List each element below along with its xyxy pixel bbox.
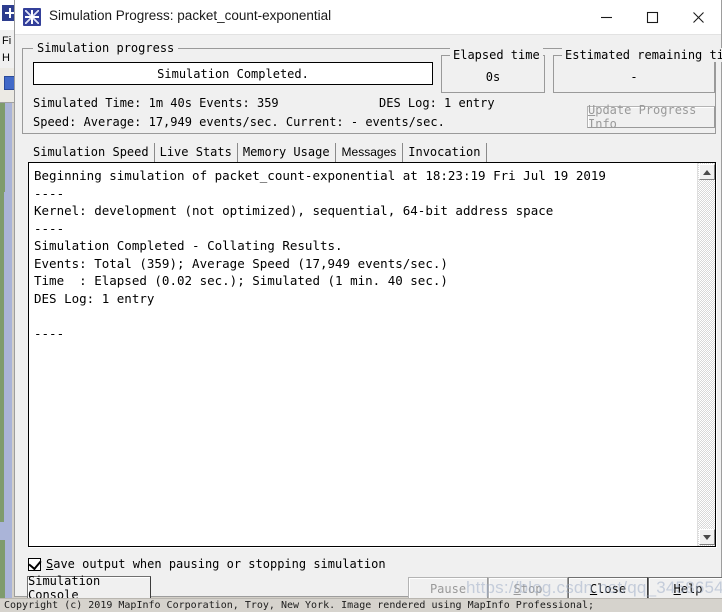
close-button[interactable]: Close: [568, 577, 648, 600]
tab-live-stats[interactable]: Live Stats: [155, 143, 238, 162]
window-controls: [583, 0, 721, 34]
background-map-land-left-3: [0, 540, 5, 598]
save-output-label-text: ave output when pausing or stopping simu…: [53, 557, 386, 571]
minimize-icon[interactable]: [583, 0, 629, 34]
scroll-down-arrow[interactable]: [699, 529, 715, 545]
save-output-row[interactable]: Save output when pausing or stopping sim…: [28, 556, 386, 571]
messages-log-panel: Beginning simulation of packet_count-exp…: [28, 162, 716, 547]
elapsed-time-label: Elapsed time: [450, 48, 543, 62]
background-map-land-left-2: [0, 192, 4, 522]
tab-simulation-speed[interactable]: Simulation Speed: [28, 143, 155, 162]
background-map-land-left: [0, 102, 5, 192]
update-progress-info-button[interactable]: Update Progress Info: [587, 103, 715, 131]
tabstrip: Simulation Speed Live Stats Memory Usage…: [28, 142, 716, 162]
des-log-info: DES Log: 1 entry: [379, 96, 495, 110]
save-output-checkbox[interactable]: [28, 556, 42, 571]
help-accel: H: [673, 581, 681, 596]
simulation-progress-group: Simulation progress Simulation Completed…: [22, 41, 722, 134]
pause-button[interactable]: Pause: [408, 577, 488, 600]
estimated-remaining-time-label: Estimated remaining time: [562, 48, 722, 62]
sim-star-icon: [23, 8, 41, 26]
elapsed-time-value: 0s: [485, 70, 501, 84]
stop-button[interactable]: Stop: [488, 577, 568, 600]
group-legend: Simulation progress: [33, 41, 179, 55]
progress-bar-label: Simulation Completed.: [157, 66, 309, 81]
speed-info: Speed: Average: 17,949 events/sec. Curre…: [33, 115, 445, 129]
scroll-up-arrow[interactable]: [699, 164, 715, 180]
close-icon[interactable]: [675, 0, 721, 34]
estimated-remaining-time-value: -: [630, 70, 638, 84]
tab-messages[interactable]: Messages: [336, 143, 404, 162]
update-progress-label: pdate Progress Info: [588, 103, 697, 131]
maximize-icon[interactable]: [629, 0, 675, 34]
help-label: elp: [680, 581, 703, 596]
stop-label: top: [520, 581, 543, 596]
window-title: Simulation Progress: packet_count-expone…: [49, 8, 332, 23]
tab-memory-usage[interactable]: Memory Usage: [238, 143, 336, 162]
titlebar: Simulation Progress: packet_count-expone…: [15, 0, 721, 35]
estimated-remaining-time-group: Estimated remaining time -: [553, 48, 722, 93]
pause-label: Pause: [429, 581, 467, 596]
progress-bar: Simulation Completed.: [33, 62, 433, 85]
simulation-console-button[interactable]: Simulation Console: [27, 574, 151, 602]
save-output-label: Save output when pausing or stopping sim…: [46, 557, 386, 571]
statusbar: Copyright (c) 2019 MapInfo Corporation, …: [0, 598, 722, 612]
messages-log-text: Beginning simulation of packet_count-exp…: [34, 168, 606, 341]
close-label: lose: [597, 581, 627, 596]
tab-invocation[interactable]: Invocation: [403, 143, 487, 162]
stop-accel: S: [513, 581, 521, 596]
log-scrollbar[interactable]: [697, 163, 715, 546]
help-button[interactable]: Help: [648, 577, 722, 600]
elapsed-time-group: Elapsed time 0s: [441, 48, 545, 93]
checkmark-icon: [28, 556, 42, 570]
simulation-progress-dialog: Simulation Progress: packet_count-expone…: [14, 0, 722, 602]
simulated-time-info: Simulated Time: 1m 40s Events: 359: [33, 96, 279, 110]
